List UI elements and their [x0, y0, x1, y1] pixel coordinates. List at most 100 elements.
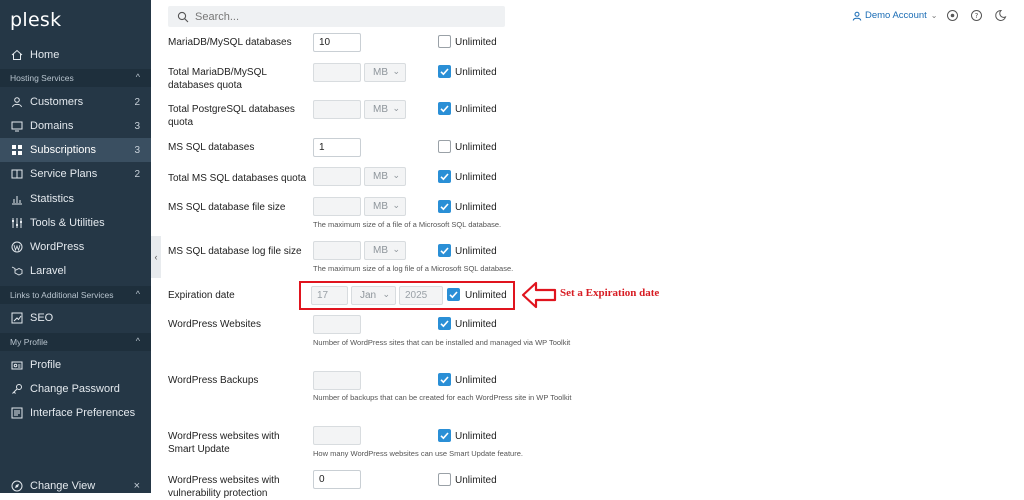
user-icon: [10, 95, 24, 109]
laravel-icon: [10, 264, 24, 278]
pg-quota-unit-select: MB ⌄: [364, 100, 406, 119]
mssql-databases-input[interactable]: 1: [313, 138, 361, 157]
chevron-down-icon: ⌄: [392, 66, 400, 76]
count-badge: 2: [134, 96, 140, 108]
sidebar-item-customers[interactable]: Customers 2: [0, 90, 151, 114]
pg-quota-input: [313, 100, 361, 119]
account-menu[interactable]: Demo Account ⌄: [852, 10, 938, 21]
mssql-log-size-hint: The maximum size of a log file of a Micr…: [313, 264, 514, 273]
sidebar-item-label: SEO: [30, 312, 54, 324]
unlimited-label: Unlimited: [455, 67, 497, 78]
chevron-up-icon: ^: [135, 289, 140, 299]
pg-quota-unlimited-checkbox[interactable]: [438, 102, 451, 115]
sidebar-item-label: Profile: [30, 359, 62, 371]
mysql-quota-input: [313, 63, 361, 82]
wp-vuln-protection-label: WordPress websites with vulnerability pr…: [168, 475, 280, 499]
sidebar-item-service-plans[interactable]: Service Plans 2: [0, 162, 151, 186]
sidebar-item-wordpress[interactable]: WordPress: [0, 235, 151, 259]
search-input[interactable]: [195, 10, 495, 23]
sidebar-collapse-toggle[interactable]: ‹: [151, 236, 161, 278]
wp-websites-unlimited-checkbox[interactable]: [438, 317, 451, 330]
search-bar[interactable]: [168, 6, 505, 27]
mssql-file-size-unlimited-checkbox[interactable]: [438, 200, 451, 213]
unlimited-label: Unlimited: [455, 172, 497, 183]
help-icon[interactable]: ?: [970, 9, 983, 22]
mssql-file-size-hint: The maximum size of a file of a Microsof…: [313, 220, 502, 229]
sidebar-item-subscriptions[interactable]: Subscriptions 3: [0, 138, 151, 162]
mysql-databases-label: MariaDB/MySQL databases: [168, 37, 292, 48]
mssql-quota-input: [313, 167, 361, 186]
wp-smart-update-label: WordPress websites with Smart Update: [168, 431, 280, 455]
seo-icon: [10, 311, 24, 325]
wp-vuln-protection-unlimited-checkbox[interactable]: [438, 473, 451, 486]
extensions-icon[interactable]: [946, 9, 959, 22]
mssql-log-size-unit-select: MB ⌄: [364, 241, 406, 260]
preferences-icon: [10, 406, 24, 420]
sidebar-item-seo[interactable]: SEO: [0, 306, 151, 330]
sidebar-item-home[interactable]: Home: [0, 43, 151, 67]
sidebar-item-label: Change Password: [30, 383, 120, 395]
wp-vuln-protection-input[interactable]: 0: [313, 470, 361, 489]
user-icon: [852, 11, 862, 21]
sidebar-item-label: Tools & Utilities: [30, 217, 105, 229]
sidebar-item-domains[interactable]: Domains 3: [0, 114, 151, 138]
account-name: Demo Account: [865, 10, 927, 21]
sidebar-item-label: Statistics: [30, 193, 75, 205]
sidebar-section-hosting[interactable]: Hosting Services ^: [0, 69, 151, 87]
count-badge: 2: [134, 168, 140, 180]
mysql-quota-unlimited-checkbox[interactable]: [438, 65, 451, 78]
count-badge: 3: [134, 120, 140, 132]
sidebar: plesk Home Hosting Services ^ Customers …: [0, 0, 151, 493]
sidebar-item-interface-preferences[interactable]: Interface Preferences: [0, 401, 151, 425]
unit-value: MB: [373, 245, 388, 256]
chevron-down-icon: ⌄: [392, 200, 400, 210]
wp-backups-unlimited-checkbox[interactable]: [438, 373, 451, 386]
mysql-databases-input[interactable]: 10: [313, 33, 361, 52]
annotation-label: Set a Expiration date: [560, 287, 660, 299]
sidebar-item-statistics[interactable]: Statistics: [0, 187, 151, 211]
count-badge: 3: [134, 144, 140, 156]
id-card-icon: [10, 358, 24, 372]
section-label: My Profile: [10, 337, 48, 347]
mssql-log-size-unlimited-checkbox[interactable]: [438, 244, 451, 257]
sidebar-item-laravel[interactable]: Laravel: [0, 259, 151, 283]
sidebar-item-tools[interactable]: Tools & Utilities: [0, 211, 151, 235]
unlimited-label: Unlimited: [455, 375, 497, 386]
wp-smart-update-unlimited-checkbox[interactable]: [438, 429, 451, 442]
wp-smart-update-hint: How many WordPress websites can use Smar…: [313, 449, 523, 458]
mysql-databases-unlimited-checkbox[interactable]: [438, 35, 451, 48]
sidebar-section-profile[interactable]: My Profile ^: [0, 333, 151, 351]
tools-icon: [10, 216, 24, 230]
wp-websites-hint: Number of WordPress sites that can be in…: [313, 338, 571, 347]
sidebar-section-links[interactable]: Links to Additional Services ^: [0, 286, 151, 304]
wp-backups-hint: Number of backups that can be created fo…: [313, 393, 572, 402]
unlimited-label: Unlimited: [455, 142, 497, 153]
sidebar-item-label: Interface Preferences: [30, 407, 136, 419]
moon-icon[interactable]: [994, 9, 1007, 22]
close-icon[interactable]: ×: [134, 480, 140, 492]
chevron-down-icon: ⌄: [392, 170, 400, 180]
plesk-logo[interactable]: plesk: [10, 9, 61, 31]
wp-websites-input: [313, 315, 361, 334]
mysql-quota-label: Total MariaDB/MySQL databases quota: [168, 67, 267, 91]
unit-value: MB: [373, 171, 388, 182]
mssql-log-size-input: [313, 241, 361, 260]
sidebar-item-change-view[interactable]: Change View ×: [0, 474, 151, 498]
unlimited-label: Unlimited: [455, 104, 497, 115]
mssql-databases-unlimited-checkbox[interactable]: [438, 140, 451, 153]
chevron-up-icon: ^: [135, 72, 140, 82]
arrow-left-icon: [521, 281, 557, 309]
mssql-quota-unit-select: MB ⌄: [364, 167, 406, 186]
mssql-file-size-input: [313, 197, 361, 216]
compass-icon: [10, 479, 24, 493]
sidebar-item-profile[interactable]: Profile: [0, 353, 151, 377]
unlimited-label: Unlimited: [455, 431, 497, 442]
highlight-box: [299, 281, 515, 310]
sidebar-item-label: Subscriptions: [30, 144, 97, 156]
sidebar-item-change-password[interactable]: Change Password: [0, 377, 151, 401]
unit-value: MB: [373, 67, 388, 78]
sidebar-item-label: Customers: [30, 96, 84, 108]
mssql-quota-unlimited-checkbox[interactable]: [438, 170, 451, 183]
wp-smart-update-input: [313, 426, 361, 445]
bar-chart-icon: [10, 192, 24, 206]
